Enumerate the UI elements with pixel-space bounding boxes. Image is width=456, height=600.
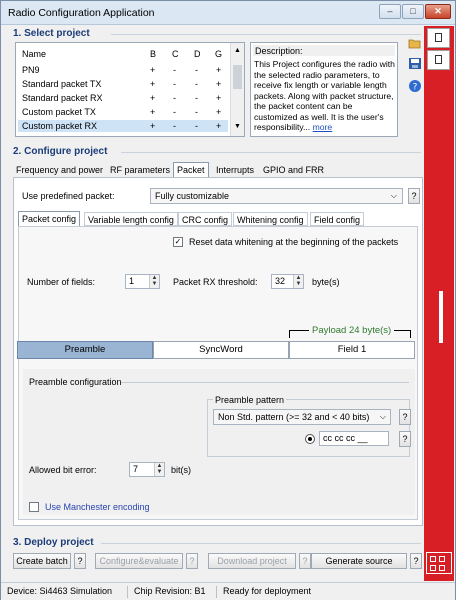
configure-evaluate-button[interactable]: Configure&evaluate [95, 553, 183, 569]
close-button[interactable]: ✕ [425, 4, 451, 19]
save-icon[interactable] [408, 57, 422, 70]
tab-rf-parameters[interactable]: RF parameters [107, 163, 173, 177]
number-of-fields-label: Number of fields: [27, 277, 96, 287]
list-item-selected[interactable]: Custom packet RX + - - + [18, 120, 228, 132]
scroll-thumb[interactable] [233, 65, 242, 89]
help-icon[interactable]: ? [408, 79, 422, 93]
tab-gpio-frr[interactable]: GPIO and FRR [260, 163, 327, 177]
subtab-whitening-config[interactable]: Whitening config [233, 212, 308, 226]
rx-threshold-unit: byte(s) [312, 277, 340, 287]
column-header-c[interactable]: C [172, 49, 179, 59]
preamble-pattern-group [207, 399, 410, 457]
tab-interrupts[interactable]: Interrupts [213, 163, 257, 177]
preamble-config-area: Preamble configuration Preamble pattern … [23, 369, 415, 515]
description-text: This Project configures the radio with t… [254, 59, 395, 132]
list-item[interactable]: Standard packet TX + - - + [18, 78, 228, 90]
title-bar: Radio Configuration Application – □ ✕ [1, 1, 455, 25]
reset-whitening-label: Reset data whitening at the beginning of… [189, 237, 399, 247]
column-header-b[interactable]: B [150, 49, 156, 59]
rx-threshold-input[interactable]: 32 ▲ ▼ [271, 274, 304, 289]
pattern-value-help-button[interactable]: ? [399, 431, 411, 447]
bit-error-input[interactable]: 7 ▲ ▼ [129, 462, 165, 477]
syncword-segment[interactable]: SyncWord [153, 341, 289, 359]
packet-config-panel: ✓ Reset data whitening at the beginning … [17, 226, 418, 520]
document-icon[interactable] [427, 50, 450, 70]
pattern-help-button[interactable]: ? [399, 409, 411, 425]
project-list[interactable]: Name B C D G PN9 + - - + Standard packet… [15, 42, 245, 137]
predefined-help-button[interactable]: ? [408, 188, 420, 204]
memory-chip-icon[interactable] [426, 552, 452, 574]
description-label: Description: [255, 46, 303, 56]
list-item[interactable]: Standard packet RX + - - + [18, 92, 228, 104]
preamble-pattern-label: Preamble pattern [213, 395, 287, 405]
spin-arrows-icon[interactable]: ▲ ▼ [154, 463, 164, 476]
packet-tab-panel: Use predefined packet: Fully customizabl… [13, 177, 423, 526]
configure-project-heading: 2. Configure project [13, 146, 108, 157]
pattern-radio[interactable] [305, 434, 315, 444]
generate-source-help-button[interactable]: ? [410, 553, 422, 569]
side-panel-strip [424, 26, 454, 581]
chevron-down-icon: ⌵ [379, 412, 386, 421]
svg-text:?: ? [413, 83, 418, 93]
manchester-label: Use Manchester encoding [45, 502, 150, 512]
document-icon[interactable] [427, 28, 450, 48]
predefined-packet-select[interactable]: Fully customizable ⌵ [150, 188, 403, 204]
spin-arrows-icon[interactable]: ▲ ▼ [293, 275, 303, 288]
subtab-packet-config[interactable]: Packet config [18, 211, 81, 226]
select-project-heading: 1. Select project [13, 28, 90, 39]
generate-source-button[interactable]: Generate source [311, 553, 407, 569]
status-bar: Device: Si4463 Simulation Chip Revision:… [1, 582, 455, 600]
list-item[interactable]: Custom packet TX + - - + [18, 106, 228, 118]
tab-packet[interactable]: Packet [173, 162, 209, 177]
download-project-button[interactable]: Download project [208, 553, 296, 569]
column-header-g[interactable]: G [215, 49, 222, 59]
column-header-name[interactable]: Name [22, 49, 46, 59]
description-box: Description: This Project configures the… [250, 42, 398, 137]
configure-evaluate-help-button[interactable]: ? [186, 553, 198, 569]
bit-error-unit: bit(s) [171, 465, 191, 475]
tab-frequency-power[interactable]: Frequency and power [13, 163, 106, 177]
column-header-d[interactable]: D [194, 49, 201, 59]
open-folder-icon[interactable] [408, 37, 422, 49]
status-chip-revision: Chip Revision: B1 [134, 586, 206, 596]
more-link[interactable]: more [313, 122, 333, 132]
panel-splitter[interactable] [439, 291, 443, 343]
minimize-button[interactable]: – [379, 4, 401, 19]
preamble-config-label: Preamble configuration [29, 377, 122, 387]
preamble-segment[interactable]: Preamble [17, 341, 153, 359]
deploy-project-heading: 3. Deploy project [13, 537, 94, 548]
number-of-fields-input[interactable]: 1 ▲ ▼ [125, 274, 160, 289]
spin-arrows-icon[interactable]: ▲ ▼ [149, 275, 159, 288]
field-1-segment[interactable]: Field 1 [289, 341, 415, 359]
rx-threshold-label: Packet RX threshold: [173, 277, 258, 287]
list-item[interactable]: PN9 + - - + [18, 64, 228, 76]
chevron-down-icon: ⌵ [390, 191, 397, 200]
subtab-field-config[interactable]: Field config [310, 212, 365, 226]
scroll-down-icon[interactable]: ▼ [234, 123, 241, 130]
predefined-packet-label: Use predefined packet: [22, 191, 115, 201]
divider [101, 543, 421, 544]
subtab-variable-length[interactable]: Variable length config [84, 212, 178, 226]
payload-label: Payload 24 byte(s) [309, 325, 395, 336]
window-title: Radio Configuration Application [8, 7, 155, 19]
create-batch-help-button[interactable]: ? [74, 553, 86, 569]
bit-error-label: Allowed bit error: [29, 465, 97, 475]
preamble-pattern-select[interactable]: Non Std. pattern (>= 32 and < 40 bits) ⌵ [213, 409, 391, 425]
reset-whitening-checkbox[interactable]: ✓ [173, 237, 183, 247]
app-window: Radio Configuration Application – □ ✕ 1.… [0, 0, 456, 600]
list-scrollbar[interactable]: ▲ ▼ [230, 43, 244, 136]
status-device: Device: Si4463 Simulation [7, 586, 113, 596]
create-batch-button[interactable]: Create batch [13, 553, 71, 569]
manchester-checkbox[interactable] [29, 502, 39, 512]
status-state: Ready for deployment [223, 586, 312, 596]
divider [121, 152, 421, 153]
maximize-button[interactable]: □ [402, 4, 424, 19]
scroll-up-icon[interactable]: ▲ [234, 47, 241, 54]
subtab-crc-config[interactable]: CRC config [178, 212, 233, 226]
divider [111, 34, 421, 35]
download-project-help-button[interactable]: ? [299, 553, 311, 569]
pattern-value-input[interactable]: cc cc cc __ [319, 431, 389, 446]
